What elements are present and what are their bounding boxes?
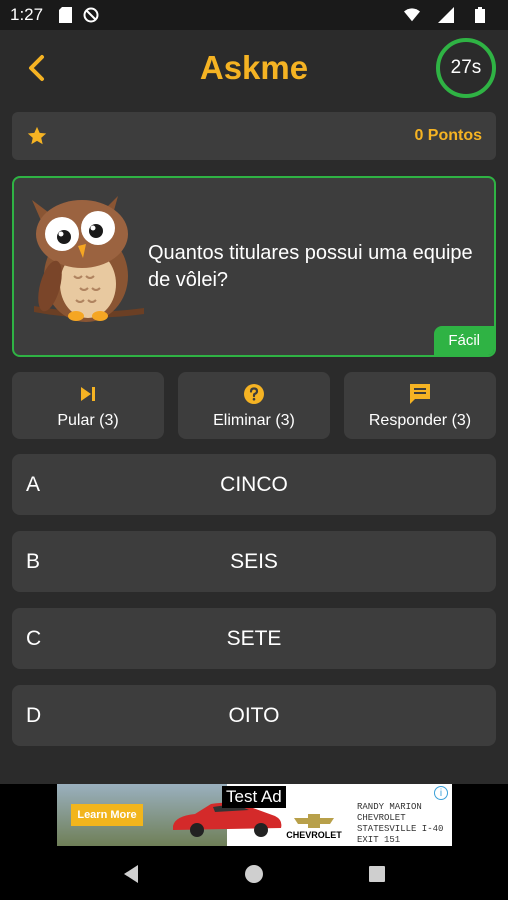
chat-icon (408, 382, 432, 406)
nav-home-button[interactable] (242, 862, 266, 886)
back-button[interactable] (18, 50, 54, 86)
answer-letter: D (26, 703, 42, 727)
difficulty-badge: Fácil (434, 326, 494, 355)
answer-option-c[interactable]: C SETE (12, 608, 496, 669)
eliminate-button[interactable]: Eliminar (3) (178, 372, 330, 439)
question-card: Quantos titulares possui uma equipe de v… (12, 176, 496, 357)
answer-letter: B (26, 549, 41, 573)
app-bar: Askme 27s (0, 30, 508, 106)
dealer-line: CHEVROLET (357, 813, 406, 823)
ad-info-icon[interactable]: i (434, 786, 448, 800)
dealer-line: EXIT 151 (357, 835, 401, 845)
chevron-left-icon (29, 55, 44, 81)
square-recents-icon (368, 866, 385, 882)
circle-home-icon (244, 865, 263, 883)
answer-text: OITO (228, 703, 280, 727)
answer-option-a[interactable]: A CINCO (12, 454, 496, 515)
ad-dealer-text: RANDY MARION CHEVROLET STATESVILLE I-40 … (357, 802, 447, 846)
skip-label: Pular (3) (57, 411, 119, 429)
ad-banner-area: Learn More Test Ad CHEVROLET RANDY MARIO… (0, 784, 508, 848)
question-text: Quantos titulares possui uma equipe de v… (148, 242, 473, 291)
score-bar: 0 Pontos (12, 112, 496, 160)
ad-brand-text: CHEVROLET (286, 830, 342, 840)
no-disturb-icon (83, 7, 99, 23)
signal-icon (438, 7, 454, 23)
battery-icon (472, 7, 488, 23)
triangle-back-icon (124, 865, 139, 883)
dealer-line: RANDY MARION (357, 802, 422, 812)
countdown-timer: 27s (436, 38, 496, 98)
ad-learn-more-button[interactable]: Learn More (71, 804, 143, 826)
app-title: Askme (199, 49, 309, 86)
score-label: 0 Pontos (414, 127, 482, 144)
eliminate-label: Eliminar (3) (213, 411, 295, 429)
bowtie-icon (294, 814, 334, 828)
answer-help-label: Responder (3) (368, 411, 472, 429)
answer-text: SETE (226, 626, 282, 650)
skip-button[interactable]: Pular (3) (12, 372, 164, 439)
wifi-icon (404, 7, 420, 23)
answer-text: CINCO (220, 472, 288, 496)
ad-brand-logo: CHEVROLET (277, 814, 351, 840)
owl-mascot-icon (32, 196, 144, 322)
answer-letter: A (26, 472, 41, 496)
skip-icon (76, 382, 100, 406)
help-icon (242, 382, 266, 406)
nav-recents-button[interactable] (365, 862, 389, 886)
navigation-bar (0, 848, 508, 900)
answer-help-button[interactable]: Responder (3) (344, 372, 496, 439)
nav-back-button[interactable] (119, 862, 143, 886)
status-bar: 1:27 (0, 0, 508, 30)
status-time: 1:27 (10, 5, 44, 24)
answer-letter: C (26, 626, 42, 650)
answer-option-b[interactable]: B SEIS (12, 531, 496, 592)
star-icon (27, 126, 47, 145)
answer-text: SEIS (230, 549, 278, 573)
sd-card-icon (57, 7, 73, 23)
dealer-line: STATESVILLE I-40 (357, 824, 444, 834)
answer-option-d[interactable]: D OITO (12, 685, 496, 746)
test-ad-label: Test Ad (222, 786, 286, 808)
ad-banner[interactable]: Learn More Test Ad CHEVROLET RANDY MARIO… (57, 784, 452, 846)
help-actions: Pular (3) Eliminar (3) Responder (3) (12, 372, 496, 439)
